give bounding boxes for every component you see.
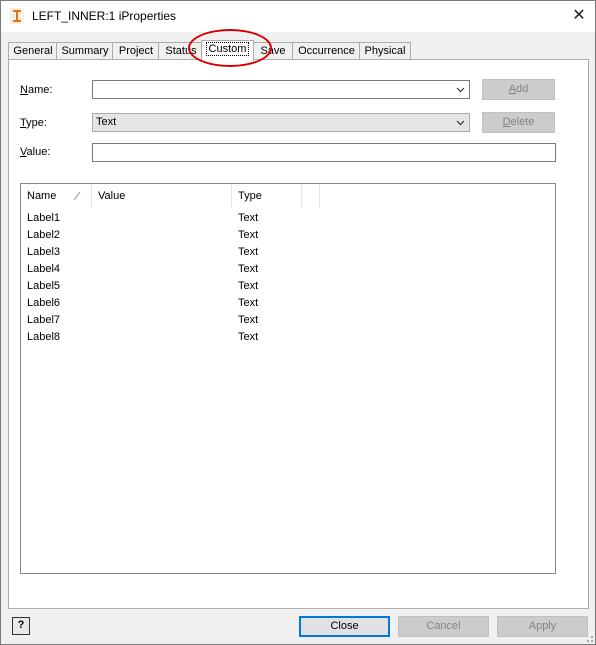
table-row-type: Text bbox=[238, 246, 259, 258]
apply-button[interactable]: Apply bbox=[497, 616, 588, 637]
table-row-type: Text bbox=[238, 263, 259, 275]
dialog-body: General Summary Project Status Custom Sa… bbox=[1, 29, 595, 644]
type-label: Type: bbox=[20, 117, 47, 129]
add-button[interactable]: Add bbox=[482, 79, 555, 100]
window-title: LEFT_INNER:1 iProperties bbox=[32, 9, 177, 23]
table-row-type: Text bbox=[238, 314, 259, 326]
help-icon[interactable]: ? bbox=[12, 617, 30, 635]
custom-tab-panel: Name: Add Type: Text Delete Value: Name bbox=[8, 59, 589, 609]
table-row-name[interactable]: Label6 bbox=[27, 295, 60, 312]
cancel-button[interactable]: Cancel bbox=[398, 616, 489, 637]
sort-indicator-icon bbox=[73, 191, 81, 201]
type-combobox-value: Text bbox=[96, 116, 117, 128]
inventor-app-icon bbox=[10, 8, 24, 24]
tab-occurrence[interactable]: Occurrence bbox=[292, 42, 361, 60]
table-row-type: Text bbox=[238, 280, 259, 292]
chevron-down-icon bbox=[456, 87, 465, 93]
resize-grip-icon[interactable] bbox=[583, 632, 593, 642]
value-label: Value: bbox=[20, 146, 51, 158]
custom-properties-list[interactable]: Name Value Type Label1 Text Label2 Text Labe… bbox=[20, 183, 556, 574]
table-row-name[interactable]: Label4 bbox=[27, 261, 60, 278]
tab-save[interactable]: Save bbox=[252, 42, 294, 60]
table-row-name[interactable]: Label1 bbox=[27, 210, 60, 227]
tab-status[interactable]: Status bbox=[158, 42, 204, 60]
name-combobox[interactable] bbox=[92, 80, 470, 99]
column-header-type[interactable]: Type bbox=[232, 184, 302, 208]
tab-physical[interactable]: Physical bbox=[359, 42, 411, 60]
value-input[interactable] bbox=[92, 143, 556, 162]
table-row-name[interactable]: Label3 bbox=[27, 244, 60, 261]
table-row-type: Text bbox=[238, 229, 259, 241]
chevron-down-icon bbox=[456, 120, 465, 126]
tab-project[interactable]: Project bbox=[112, 42, 160, 60]
table-row-type: Text bbox=[238, 297, 259, 309]
column-header-name[interactable]: Name bbox=[21, 184, 92, 208]
iproperties-dialog: LEFT_INNER:1 iProperties ✕ General Summa… bbox=[0, 0, 596, 645]
table-row-name[interactable]: Label2 bbox=[27, 227, 60, 244]
table-row-name[interactable]: Label8 bbox=[27, 329, 60, 346]
tab-summary[interactable]: Summary bbox=[56, 42, 114, 60]
delete-button[interactable]: Delete bbox=[482, 112, 555, 133]
close-window-icon[interactable]: ✕ bbox=[567, 4, 591, 28]
column-header-spacer bbox=[302, 184, 320, 208]
tab-custom[interactable]: Custom bbox=[201, 40, 254, 61]
title-bar: LEFT_INNER:1 iProperties ✕ bbox=[1, 1, 595, 32]
type-combobox[interactable]: Text bbox=[92, 113, 470, 132]
table-row-type: Text bbox=[238, 212, 259, 224]
table-row-type: Text bbox=[238, 331, 259, 343]
tab-general[interactable]: General bbox=[8, 42, 58, 60]
close-button[interactable]: Close bbox=[299, 616, 390, 637]
table-row-name[interactable]: Label5 bbox=[27, 278, 60, 295]
column-header-value[interactable]: Value bbox=[92, 184, 232, 208]
table-row-name[interactable]: Label7 bbox=[27, 312, 60, 329]
name-label: Name: bbox=[20, 84, 53, 96]
